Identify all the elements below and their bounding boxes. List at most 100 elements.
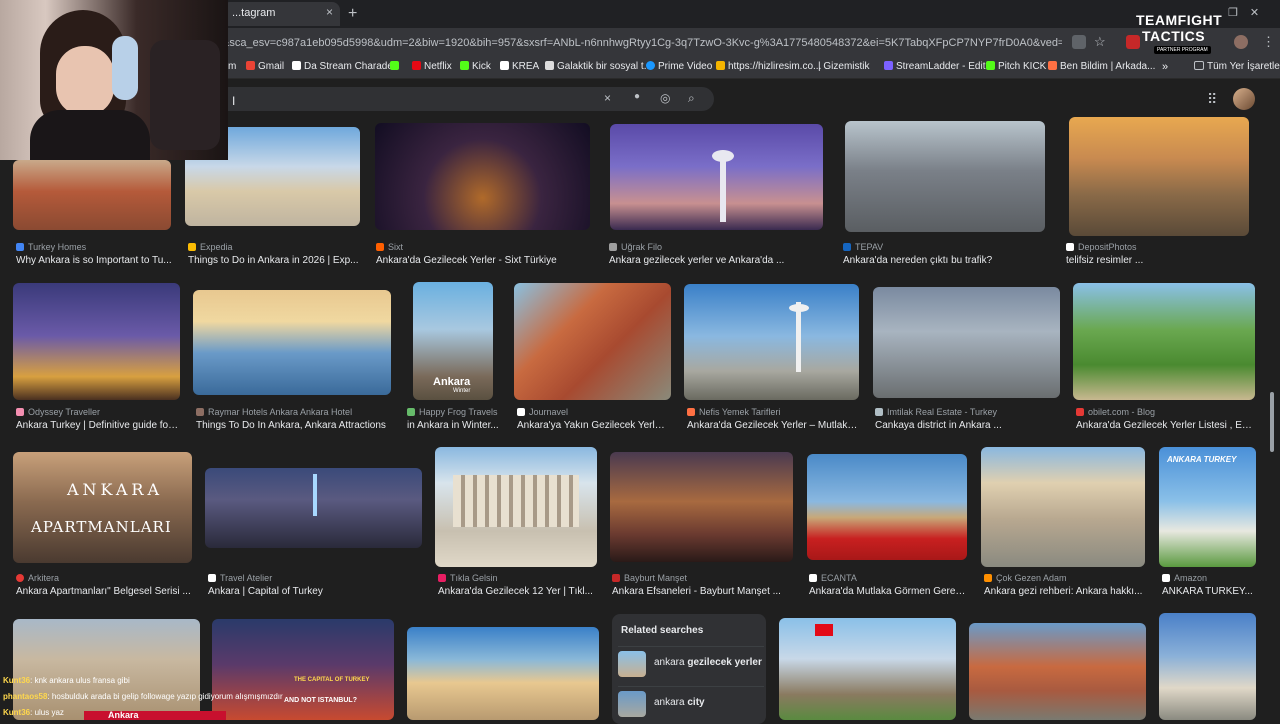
- search-input[interactable]: × ● ◎ ⌕: [222, 87, 714, 111]
- result-caption[interactable]: Ankara'da Gezilecek Yerler - Sixt Türkiy…: [376, 255, 590, 266]
- result-image[interactable]: [807, 454, 967, 560]
- result-image[interactable]: [684, 284, 859, 400]
- bookmark-ben-bildim[interactable]: Ben Bildim | Arkada...: [1048, 61, 1155, 72]
- result-caption[interactable]: Things To Do In Ankara, Ankara Attractio…: [196, 420, 396, 431]
- result-caption[interactable]: Ankara'da Gezilecek Yerler Listesi , En …: [1076, 420, 1256, 431]
- google-avatar[interactable]: [1233, 88, 1255, 110]
- result-image[interactable]: [375, 123, 590, 230]
- bookmark-star-icon[interactable]: ☆: [1094, 34, 1106, 50]
- clear-icon[interactable]: ×: [604, 91, 611, 105]
- tab-close-icon[interactable]: ×: [326, 5, 333, 19]
- result-caption[interactable]: Ankara'da nereden çıktı bu trafik?: [843, 255, 1045, 266]
- result-image[interactable]: [205, 468, 422, 548]
- result-image[interactable]: [1073, 283, 1255, 400]
- result-source[interactable]: Amazon: [1162, 573, 1207, 583]
- result-caption[interactable]: in Ankara in Winter...: [407, 420, 499, 431]
- bookmark-gmail[interactable]: Gmail: [246, 61, 284, 72]
- result-caption[interactable]: Ankara | Capital of Turkey: [208, 586, 422, 597]
- result-source[interactable]: Nefis Yemek Tarifleri: [687, 407, 780, 417]
- result-source[interactable]: Çok Gezen Adam: [984, 573, 1067, 583]
- result-source[interactable]: Travel Atelier: [208, 573, 272, 583]
- bookmark-krea[interactable]: KREA: [500, 61, 539, 72]
- translate-icon[interactable]: [1072, 35, 1086, 49]
- all-bookmarks[interactable]: Tüm Yer İşaretleri: [1194, 61, 1280, 72]
- result-source[interactable]: Imtilak Real Estate - Turkey: [875, 407, 997, 417]
- result-caption[interactable]: Ankara gezi rehberi: Ankara hakkı...: [984, 586, 1144, 597]
- result-source[interactable]: Expedia: [188, 242, 233, 252]
- result-caption[interactable]: Things to Do in Ankara in 2026 | Exp...: [188, 255, 360, 266]
- result-image[interactable]: [981, 447, 1145, 567]
- search-icon[interactable]: ⌕: [688, 91, 695, 106]
- result-image[interactable]: [610, 452, 793, 562]
- result-image[interactable]: [845, 121, 1045, 232]
- result-caption[interactable]: ANKARA TURKEY...: [1162, 586, 1256, 597]
- chat-message: Kunt36: knk ankara ulus fransa gibi: [3, 676, 130, 685]
- result-image[interactable]: [13, 160, 171, 230]
- bookmark-hizliresim[interactable]: https://hizliresim.co...: [716, 61, 821, 72]
- bookmark-kick-green[interactable]: [390, 61, 402, 72]
- result-image[interactable]: [1159, 613, 1256, 720]
- apps-grid-icon[interactable]: ⠿: [1207, 91, 1217, 108]
- bookmark-gizemistik[interactable]: | Gizemistik: [818, 61, 870, 72]
- result-source[interactable]: Sixt: [376, 242, 403, 252]
- result-source[interactable]: ECANTA: [809, 573, 857, 583]
- bookmark-kick[interactable]: Kick: [460, 61, 491, 72]
- menu-icon[interactable]: ⋮: [1262, 34, 1275, 50]
- bookmark-prime-video[interactable]: Prime Video: [646, 61, 712, 72]
- result-source[interactable]: Bayburt Manşet: [612, 573, 687, 583]
- result-source[interactable]: Turkey Homes: [16, 242, 86, 252]
- profile-avatar[interactable]: [1234, 35, 1248, 49]
- result-caption[interactable]: Why Ankara is so Important to Tu...: [16, 255, 172, 266]
- result-image[interactable]: [779, 618, 956, 720]
- result-caption[interactable]: telifsiz resimler ...: [1066, 255, 1249, 266]
- result-source[interactable]: Odyssey Traveller: [16, 407, 100, 417]
- result-image[interactable]: Ankara Winter: [413, 282, 493, 400]
- lens-icon[interactable]: ◎: [660, 91, 670, 105]
- result-source[interactable]: Happy Frog Travels: [407, 407, 498, 417]
- bookmark-pitch-kick[interactable]: Pitch KICK: [986, 61, 1046, 72]
- result-caption[interactable]: Ankara gezilecek yerler ve Ankara'da ...: [609, 255, 823, 266]
- result-image[interactable]: [13, 283, 180, 400]
- result-caption[interactable]: Ankara'ya Yakın Gezilecek Yerler...: [517, 420, 669, 431]
- result-source[interactable]: DepositPhotos: [1066, 242, 1137, 252]
- result-image[interactable]: [1069, 117, 1249, 236]
- bookmark-charades[interactable]: Da Stream Charades: [292, 61, 398, 72]
- bookmark-item[interactable]: m: [228, 61, 236, 72]
- result-caption[interactable]: Ankara'da Gezilecek Yerler – Mutlaka...: [687, 420, 859, 431]
- result-image[interactable]: [873, 287, 1060, 398]
- related-search-item[interactable]: ankara city: [618, 686, 764, 719]
- result-source[interactable]: Uğrak Filo: [609, 242, 662, 252]
- result-image[interactable]: [407, 627, 599, 720]
- bookmark-netflix[interactable]: Netflix: [412, 61, 452, 72]
- result-image[interactable]: [193, 290, 391, 395]
- mic-icon[interactable]: ●: [634, 91, 640, 102]
- result-image[interactable]: ANKARA TURKEY: [1159, 447, 1256, 567]
- result-caption[interactable]: Ankara'da Gezilecek 12 Yer | Tıkl...: [438, 586, 598, 597]
- result-caption[interactable]: Ankara Turkey | Definitive guide for ...: [16, 420, 180, 431]
- result-caption[interactable]: Ankara Apartmanları" Belgesel Serisi ...: [16, 586, 192, 597]
- result-source[interactable]: Arkitera: [16, 573, 59, 583]
- result-image[interactable]: [514, 283, 671, 400]
- page-scrollbar[interactable]: [1270, 392, 1274, 452]
- result-image[interactable]: ANKARA APARTMANLARI: [13, 452, 192, 563]
- related-search-item[interactable]: ankara gezilecek yerler: [618, 646, 764, 679]
- result-source[interactable]: obilet.com - Blog: [1076, 407, 1155, 417]
- related-search-text: ankara city: [654, 697, 705, 708]
- result-image[interactable]: [610, 124, 823, 230]
- result-caption[interactable]: Ankara'da Mutlaka Görmen Gerek...: [809, 586, 967, 597]
- result-caption[interactable]: Cankaya district in Ankara ...: [875, 420, 1060, 431]
- bookmark-galaktik[interactable]: Galaktik bir sosyal t...: [545, 61, 652, 72]
- result-source[interactable]: Tıkla Gelsin: [438, 573, 498, 583]
- result-source[interactable]: Journavel: [517, 407, 568, 417]
- result-caption[interactable]: Ankara Efsaneleri - Bayburt Manşet ...: [612, 586, 795, 597]
- tab-active[interactable]: ...tagram ×: [222, 2, 340, 26]
- result-image[interactable]: [435, 447, 597, 567]
- bookmarks-overflow[interactable]: »: [1162, 61, 1168, 73]
- address-bar[interactable]: &sca_esv=c987a1eb095d5998&udm=2&biw=1920…: [222, 31, 1062, 55]
- new-tab-button[interactable]: +: [348, 5, 357, 23]
- result-image[interactable]: [969, 623, 1146, 720]
- result-source[interactable]: Raymar Hotels Ankara Ankara Hotel: [196, 407, 352, 417]
- result-source[interactable]: TEPAV: [843, 242, 883, 252]
- bookmark-streamladder[interactable]: StreamLadder - Edit...: [884, 61, 994, 72]
- window-controls[interactable]: ❐✕: [1228, 6, 1271, 19]
